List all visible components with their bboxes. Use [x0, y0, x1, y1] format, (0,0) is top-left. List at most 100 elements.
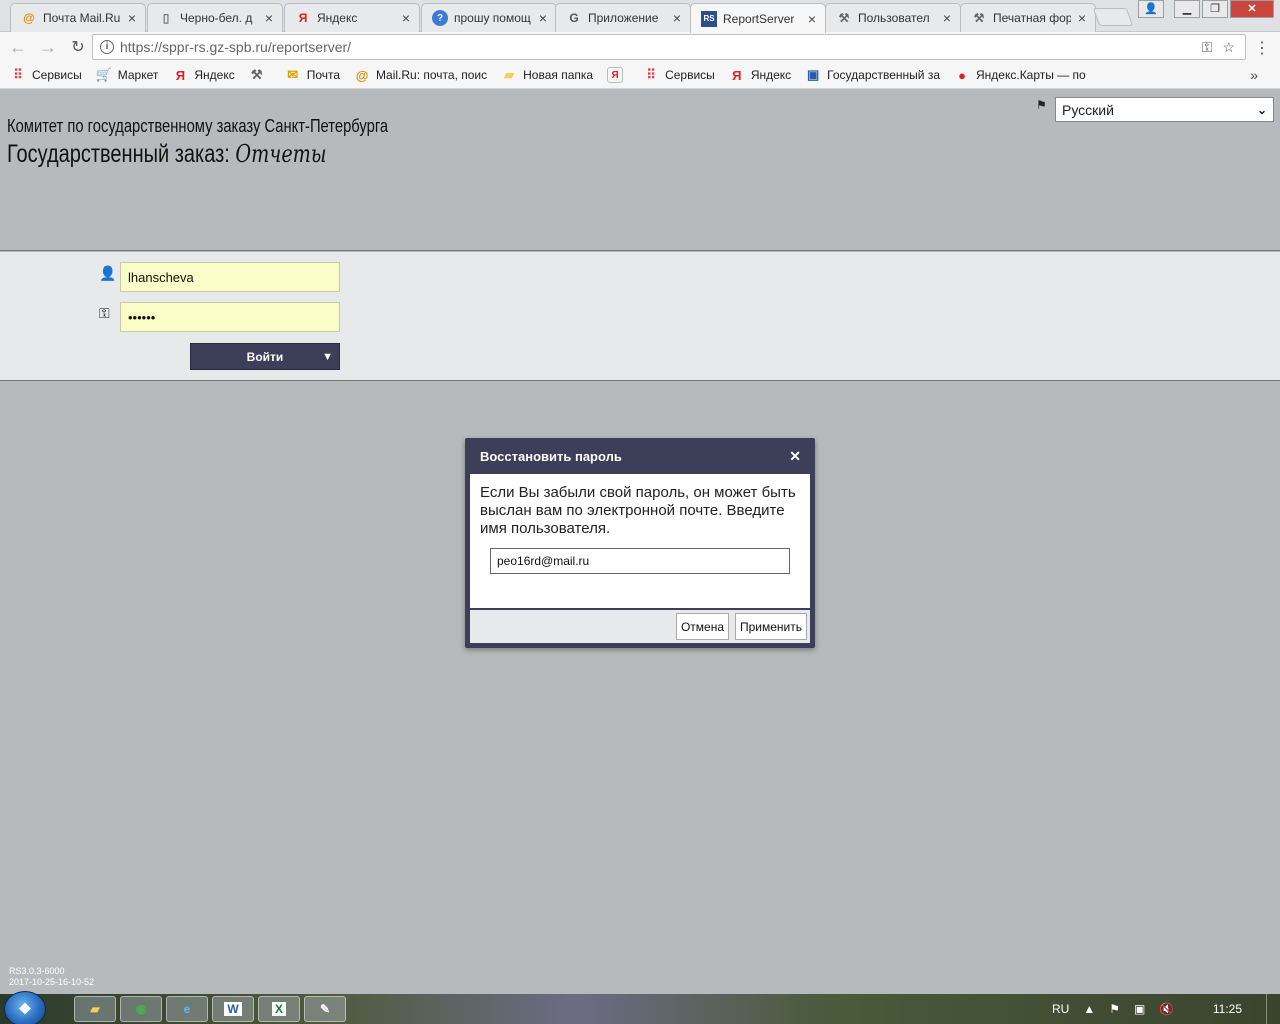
password-input[interactable]: ••••••: [120, 302, 340, 332]
apps-grid-icon: ⠿: [13, 67, 23, 82]
close-icon[interactable]: ×: [125, 10, 139, 26]
tab-title: Печатная фор: [993, 11, 1071, 25]
language-indicator[interactable]: RU: [1052, 1002, 1069, 1016]
network-icon[interactable]: ▣: [1134, 1002, 1145, 1016]
bookmark-label: Mail.Ru: почта, поис: [376, 68, 488, 82]
close-icon[interactable]: ×: [262, 10, 276, 26]
taskbar-paint[interactable]: ✎: [304, 996, 346, 1022]
mailru-icon: @: [355, 67, 369, 83]
bookmark-label: Яндекс: [194, 68, 235, 82]
close-icon[interactable]: ×: [805, 11, 819, 27]
cart-icon: 🛒: [95, 67, 112, 82]
mail-envelope-icon: ✉: [287, 67, 299, 82]
tab-title: Яндекс: [317, 11, 358, 25]
bookmark-yandex-maps[interactable]: ● Яндекс.Карты — по: [954, 67, 1086, 83]
bookmark-label: Яндекс: [750, 68, 792, 82]
tab-title: прошу помощ: [454, 11, 531, 25]
bookmarks-bar: ⠿ Сервисы 🛒 Маркет Я Яндекс ⚒ ✉ Почта @ …: [0, 62, 1280, 89]
bookmark-label: Яндекс.Карты — по: [976, 68, 1086, 82]
tab-users[interactable]: ⚒ Пользовател ×: [825, 3, 961, 32]
bookmark-label: Сервисы: [32, 68, 82, 82]
dialog-title: Восстановить пароль: [480, 448, 622, 464]
volume-muted-icon[interactable]: 🔇: [1159, 1002, 1174, 1016]
version-build-date: 2017-10-25-16-10-52: [9, 977, 95, 987]
tools-icon: ⚒: [838, 11, 850, 25]
info-icon[interactable]: i: [100, 40, 114, 54]
yandex-icon: Я: [732, 67, 742, 83]
close-icon[interactable]: ✕: [789, 448, 801, 465]
tab-document[interactable]: ▯ Черно-бел. д ×: [147, 3, 283, 32]
bookmark-yandex-2[interactable]: Я Яндекс: [729, 67, 791, 83]
version-line: RS3.0.3-6000: [9, 966, 65, 976]
more-bookmarks-button[interactable]: »: [1250, 67, 1258, 83]
minimize-button[interactable]: ▁: [1174, 0, 1200, 18]
reset-username-input[interactable]: peo16rd@mail.ru: [490, 548, 790, 574]
chevron-down-icon[interactable]: ▼: [322, 351, 333, 363]
tab-title: Черно-бел. д: [180, 11, 253, 25]
key-icon[interactable]: ⚿: [1202, 39, 1213, 56]
apply-button[interactable]: Применить: [735, 613, 807, 640]
tab-app[interactable]: G Приложение ×: [555, 3, 691, 32]
profile-icon[interactable]: 👤: [1138, 0, 1164, 18]
gov-icon: ▣: [807, 67, 820, 82]
bookmark-services[interactable]: ⠿ Сервисы: [10, 67, 82, 83]
bookmark-mail[interactable]: ✉ Почта: [285, 67, 340, 83]
app-title: Государственный заказ: Отчеты: [7, 140, 327, 169]
menu-dots-icon[interactable]: ⋮: [1254, 38, 1270, 58]
chevron-down-icon: ⌄: [1256, 102, 1267, 117]
folder-icon: ▰: [90, 1002, 100, 1016]
taskbar-clock[interactable]: 11:25: [1213, 1002, 1242, 1016]
close-icon[interactable]: ×: [940, 10, 954, 26]
star-icon[interactable]: ☆: [1222, 39, 1235, 56]
bookmark-yandex-browser[interactable]: Я: [607, 67, 629, 83]
bookmark-new-folder[interactable]: ▰ Новая папка: [501, 67, 593, 83]
dialog-footer: Отмена Применить: [470, 610, 810, 643]
taskbar-excel[interactable]: X: [258, 996, 300, 1022]
close-icon[interactable]: ×: [670, 10, 684, 26]
close-icon[interactable]: ×: [536, 10, 550, 26]
tab-yandex[interactable]: Я Яндекс ×: [284, 3, 420, 32]
login-form: 👤 lhanscheva ⚿ •••••• Войти ▼: [0, 252, 1280, 381]
restore-button[interactable]: ❐: [1202, 0, 1228, 18]
google-icon: G: [569, 11, 579, 25]
start-button[interactable]: ❖: [4, 991, 46, 1024]
language-select[interactable]: Русский ⌄: [1055, 97, 1274, 122]
bookmark-gov[interactable]: ▣ Государственный за: [805, 67, 940, 83]
folder-icon: ▰: [504, 67, 515, 82]
bookmark-market[interactable]: 🛒 Маркет: [96, 67, 159, 83]
back-arrow-icon[interactable]: ←: [6, 35, 30, 59]
address-bar[interactable]: i https://sppr-rs.gz-spb.ru/reportserver…: [92, 34, 1246, 60]
bookmark-mailru[interactable]: @ Mail.Ru: почта, поис: [354, 67, 487, 83]
tab-help[interactable]: ? прошу помощ ×: [421, 3, 557, 32]
url-text[interactable]: https://sppr-rs.gz-spb.ru/reportserver/: [120, 39, 1202, 55]
cancel-button[interactable]: Отмена: [676, 613, 729, 640]
close-window-button[interactable]: ✕: [1230, 0, 1274, 18]
taskbar-explorer[interactable]: ▰: [74, 996, 116, 1022]
username-input[interactable]: lhanscheva: [120, 262, 340, 292]
tab-mailru[interactable]: @ Почта Mail.Ru ×: [10, 3, 146, 32]
tab-reportserver[interactable]: RS ReportServer ×: [690, 3, 826, 33]
forward-arrow-icon[interactable]: →: [36, 35, 60, 59]
tab-title: ReportServer: [723, 11, 795, 26]
login-button-label: Войти: [246, 349, 284, 364]
app-subtitle: Отчеты: [235, 140, 327, 168]
help-icon: ?: [432, 10, 448, 26]
reload-icon[interactable]: ↻: [66, 35, 90, 59]
apps-grid-icon: ⠿: [646, 67, 656, 82]
yandex-icon: Я: [175, 67, 186, 83]
close-icon[interactable]: ×: [399, 10, 413, 26]
login-button[interactable]: Войти ▼: [190, 343, 340, 370]
report-server-page: Комитет по государственному заказу Санкт…: [0, 90, 1280, 994]
tab-print-form[interactable]: ⚒ Печатная фор ×: [960, 3, 1096, 32]
taskbar-ie[interactable]: e: [166, 996, 208, 1022]
action-center-flag-icon[interactable]: ⚑: [1109, 1002, 1120, 1016]
bookmark-yandex[interactable]: Я Яндекс: [172, 67, 235, 83]
show-desktop-button[interactable]: [1266, 994, 1280, 1024]
new-tab-button[interactable]: [1092, 8, 1134, 26]
tray-expand-icon[interactable]: ▲: [1083, 1002, 1095, 1016]
taskbar-word[interactable]: W: [212, 996, 254, 1022]
close-icon[interactable]: ×: [1075, 10, 1089, 26]
taskbar-chrome[interactable]: ◉: [120, 996, 162, 1022]
bookmark-services-2[interactable]: ⠿ Сервисы: [643, 67, 714, 83]
bookmark-tools[interactable]: ⚒: [249, 67, 271, 83]
